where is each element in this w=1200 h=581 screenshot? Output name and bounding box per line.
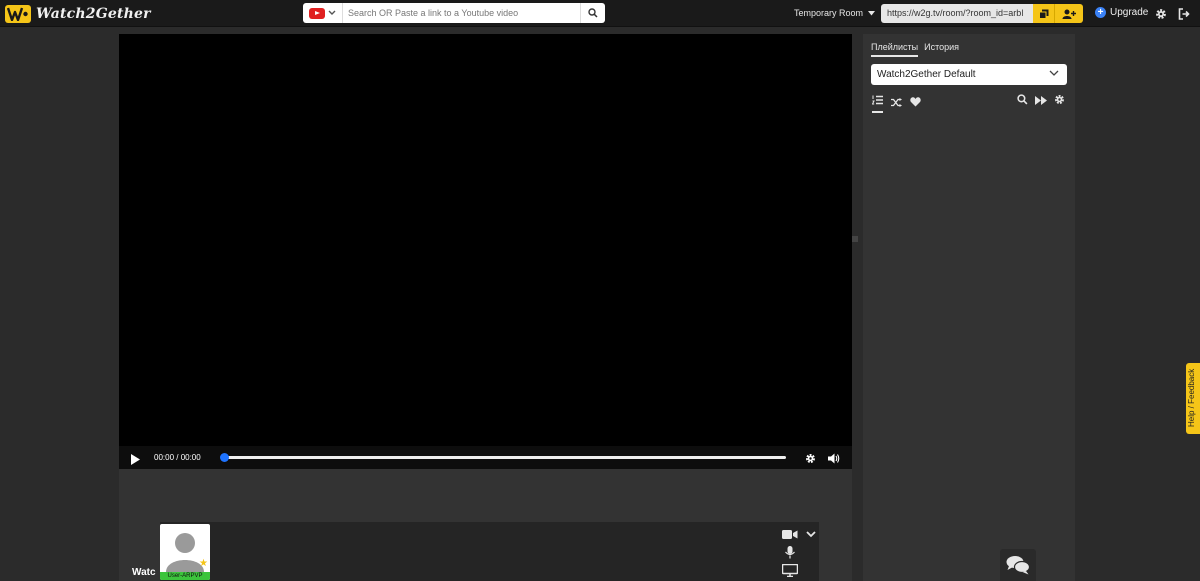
youtube-icon bbox=[309, 7, 325, 19]
provider-select[interactable] bbox=[303, 3, 343, 23]
search-input[interactable] bbox=[343, 3, 580, 23]
upgrade-button[interactable]: + Upgrade bbox=[1095, 7, 1148, 18]
time-display: 00:00 / 00:00 bbox=[154, 453, 201, 462]
gear-icon bbox=[1156, 9, 1166, 19]
ordered-list-icon bbox=[871, 95, 883, 105]
add-user-icon bbox=[1062, 9, 1076, 19]
shuffle-icon bbox=[891, 97, 902, 107]
room-label: Temporary Room bbox=[794, 8, 864, 18]
playlist-select-value: Watch2Gether Default bbox=[877, 69, 976, 80]
collapse-users-button[interactable] bbox=[806, 525, 816, 543]
progress-knob[interactable] bbox=[220, 453, 229, 462]
users-strip bbox=[160, 522, 819, 581]
video-camera-icon[interactable] bbox=[782, 529, 798, 540]
fast-forward-icon bbox=[1035, 96, 1047, 105]
help-feedback-tab[interactable]: Help / Feedback bbox=[1186, 363, 1200, 434]
ordered-list-button[interactable] bbox=[871, 92, 883, 113]
progress-bar[interactable] bbox=[220, 453, 786, 462]
volume-icon bbox=[828, 453, 840, 464]
volume-button[interactable] bbox=[828, 451, 840, 469]
player-controls: 00:00 / 00:00 bbox=[119, 446, 852, 469]
copy-icon bbox=[1038, 9, 1048, 19]
user-name: User-ARPVP bbox=[160, 572, 210, 580]
chat-bubbles-icon bbox=[1006, 556, 1030, 575]
play-icon bbox=[131, 454, 140, 465]
top-bar: Watch2Gether Temporary Room https://w2g.… bbox=[0, 0, 1200, 27]
favorite-button[interactable] bbox=[910, 94, 921, 112]
player-settings-button[interactable] bbox=[805, 451, 816, 469]
tab-history[interactable]: История bbox=[924, 42, 959, 57]
tab-playlists[interactable]: Плейлисты bbox=[871, 42, 919, 57]
logout-icon bbox=[1178, 8, 1190, 20]
play-button[interactable] bbox=[131, 452, 140, 470]
search-icon bbox=[1017, 94, 1028, 105]
microphone-icon[interactable] bbox=[782, 546, 798, 559]
media-controls bbox=[782, 529, 798, 577]
logout-button[interactable] bbox=[1178, 7, 1190, 25]
gear-icon bbox=[1055, 95, 1064, 104]
resize-handle[interactable] bbox=[852, 236, 858, 242]
search-bar bbox=[303, 3, 605, 23]
video-player[interactable] bbox=[119, 34, 852, 446]
heart-icon bbox=[910, 96, 921, 106]
sidebar bbox=[863, 34, 1075, 581]
room-url-field[interactable]: https://w2g.tv/room/?room_id=arbl bbox=[881, 4, 1033, 23]
users-label: Watc bbox=[132, 567, 156, 578]
playlist-settings-button[interactable] bbox=[1054, 92, 1065, 110]
chevron-down-icon bbox=[1049, 64, 1059, 85]
copy-url-button[interactable] bbox=[1033, 4, 1055, 23]
playlist-select[interactable]: Watch2Gether Default bbox=[871, 64, 1067, 85]
star-icon: ★ bbox=[199, 558, 208, 569]
upgrade-label: Upgrade bbox=[1110, 7, 1149, 18]
monitor-icon[interactable] bbox=[782, 564, 798, 577]
playlist-actions bbox=[1017, 92, 1065, 110]
logo-mark-icon bbox=[5, 5, 31, 23]
logo[interactable]: Watch2Gether bbox=[5, 4, 151, 24]
plus-circle-icon: + bbox=[1095, 7, 1106, 18]
room-select[interactable]: Temporary Room bbox=[794, 8, 876, 18]
help-feedback-label: Help / Feedback bbox=[1187, 368, 1196, 427]
search-button[interactable] bbox=[580, 3, 605, 23]
chevron-down-icon bbox=[328, 10, 336, 15]
playlist-search-button[interactable] bbox=[1017, 92, 1028, 110]
settings-button[interactable] bbox=[1155, 7, 1167, 25]
shuffle-button[interactable] bbox=[891, 94, 902, 112]
invite-user-button[interactable] bbox=[1055, 4, 1083, 23]
sidebar-tabs: Плейлисты История bbox=[871, 42, 959, 57]
search-icon bbox=[588, 8, 598, 18]
chat-button[interactable] bbox=[1000, 549, 1036, 581]
gear-icon bbox=[806, 454, 815, 463]
user-tile[interactable]: ★ User-ARPVP bbox=[160, 524, 210, 580]
logo-text: Watch2Gether bbox=[36, 6, 151, 22]
autoplay-button[interactable] bbox=[1035, 92, 1047, 110]
chevron-down-icon bbox=[806, 531, 816, 538]
playlist-tools bbox=[871, 92, 921, 113]
caret-down-icon bbox=[868, 10, 876, 15]
